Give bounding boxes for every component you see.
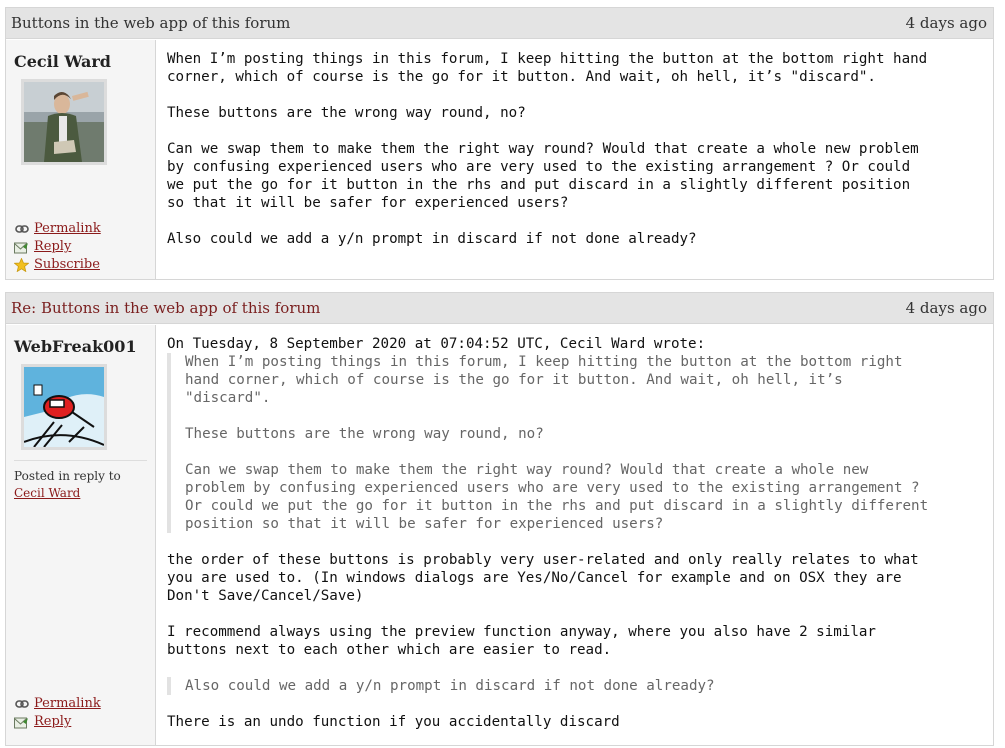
- reply-to-label: Posted in reply to: [14, 469, 121, 483]
- post-paragraph: I recommend always using the preview fun…: [167, 624, 876, 658]
- post-actions: Permalink Reply Subscribe: [14, 220, 101, 274]
- post-paragraph: There is an undo function if you acciden…: [167, 714, 620, 730]
- subscribe-action[interactable]: Subscribe: [14, 256, 101, 274]
- forum-post: Re: Buttons in the web app of this forum…: [5, 292, 994, 746]
- reply-to-info: Posted in reply to Cecil Ward: [14, 460, 147, 502]
- author-name: WebFreak001: [14, 337, 137, 356]
- quoted-paragraph: Also could we add a y/n prompt in discar…: [185, 678, 715, 694]
- quote-attribution: On Tuesday, 8 September 2020 at 07:04:52…: [167, 336, 706, 352]
- post-title: Re: Buttons in the web app of this forum: [11, 299, 321, 317]
- reply-action[interactable]: Reply: [14, 713, 101, 731]
- post-author-panel: Cecil Ward Permalink Reply Subscribe: [6, 40, 156, 279]
- reply-action[interactable]: Reply: [14, 238, 101, 256]
- author-name: Cecil Ward: [14, 52, 111, 71]
- post-title: Buttons in the web app of this forum: [11, 14, 291, 32]
- avatar: [21, 79, 107, 165]
- reply-link[interactable]: Reply: [34, 713, 71, 731]
- reply-to-author-link[interactable]: Cecil Ward: [14, 486, 80, 500]
- post-header: Buttons in the web app of this forum 4 d…: [6, 8, 993, 39]
- quoted-paragraph: When I’m posting things in this forum, I…: [185, 354, 903, 406]
- avatar: [21, 364, 107, 450]
- post-paragraph: Can we swap them to make them the right …: [167, 141, 919, 211]
- post-paragraph: These buttons are the wrong way round, n…: [167, 105, 526, 121]
- post-paragraph: Also could we add a y/n prompt in discar…: [167, 231, 697, 247]
- reply-link[interactable]: Reply: [34, 238, 71, 256]
- reply-icon: [14, 715, 29, 729]
- star-icon: [14, 258, 29, 272]
- post-header: Re: Buttons in the web app of this forum…: [6, 293, 993, 324]
- link-icon: [14, 697, 29, 711]
- forum-post: Buttons in the web app of this forum 4 d…: [5, 7, 994, 280]
- quoted-paragraph: Can we swap them to make them the right …: [185, 462, 929, 532]
- reply-icon: [14, 240, 29, 254]
- post-date: 4 days ago: [905, 299, 987, 317]
- post-paragraph: the order of these buttons is probably v…: [167, 552, 919, 604]
- post-author-panel: WebFreak001 Posted in reply to Cecil War…: [6, 325, 156, 745]
- quoted-paragraph: These buttons are the wrong way round, n…: [185, 426, 544, 442]
- subscribe-link[interactable]: Subscribe: [34, 256, 100, 274]
- quote-block: When I’m posting things in this forum, I…: [167, 353, 983, 533]
- post-content: When I’m posting things in this forum, I…: [156, 40, 993, 279]
- post-date: 4 days ago: [905, 14, 987, 32]
- link-icon: [14, 222, 29, 236]
- quote-block: Also could we add a y/n prompt in discar…: [167, 677, 983, 695]
- permalink-link[interactable]: Permalink: [34, 220, 101, 238]
- post-paragraph: When I’m posting things in this forum, I…: [167, 51, 928, 85]
- post-actions: Permalink Reply: [14, 695, 101, 731]
- post-content: On Tuesday, 8 September 2020 at 07:04:52…: [156, 325, 993, 745]
- permalink-action[interactable]: Permalink: [14, 695, 101, 713]
- permalink-action[interactable]: Permalink: [14, 220, 101, 238]
- permalink-link[interactable]: Permalink: [34, 695, 101, 713]
